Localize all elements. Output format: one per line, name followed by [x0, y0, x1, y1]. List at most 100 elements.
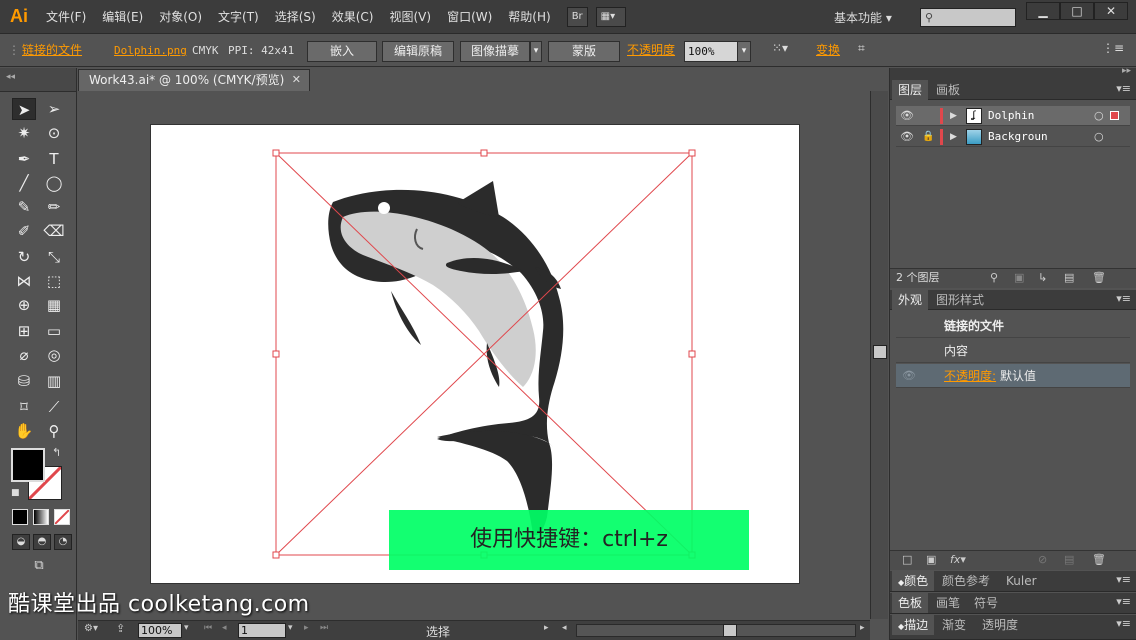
maximize-button[interactable]: □: [1060, 2, 1094, 20]
delete-item-icon[interactable]: 🗑: [1092, 551, 1106, 569]
tab-graphic-styles[interactable]: 图形样式: [930, 290, 990, 310]
tab-stroke[interactable]: ◆描边: [892, 615, 935, 635]
menu-object[interactable]: 对象(O): [151, 0, 210, 34]
vertical-scrollbar[interactable]: [870, 91, 888, 619]
isolate-icon[interactable]: ⌗: [858, 41, 865, 56]
artboard-number-input[interactable]: 1: [238, 623, 286, 638]
artboard-tool-icon[interactable]: ⌑: [12, 396, 36, 418]
add-effect-icon[interactable]: fx▾: [950, 551, 966, 569]
make-clipping-mask-icon[interactable]: ▣: [1014, 269, 1024, 287]
menu-edit[interactable]: 编辑(E): [94, 0, 151, 34]
default-colors-icon[interactable]: ■: [11, 488, 20, 498]
grip-icon[interactable]: ⋮: [8, 43, 20, 57]
embed-button[interactable]: 嵌入: [307, 41, 377, 62]
eyedropper-tool-icon[interactable]: ⌀: [12, 344, 36, 366]
status-icon[interactable]: ⚙▾: [84, 623, 98, 634]
expand-arrow-icon[interactable]: ▶: [950, 127, 957, 147]
workspace-switcher[interactable]: 基本功能 ▾: [834, 9, 892, 26]
lock-icon[interactable]: 🔒: [922, 127, 934, 147]
opacity-input[interactable]: 100%: [684, 41, 738, 62]
hand-tool-icon[interactable]: ✋: [12, 420, 36, 442]
free-transform-tool-icon[interactable]: ⬚: [42, 270, 66, 292]
column-graph-tool-icon[interactable]: ▥: [42, 370, 66, 392]
eye-icon[interactable]: 👁: [900, 127, 914, 147]
type-tool-icon[interactable]: T: [42, 148, 66, 170]
target-icon[interactable]: ○: [1094, 127, 1104, 147]
width-tool-icon[interactable]: ⋈: [12, 270, 36, 292]
shape-builder-tool-icon[interactable]: ⊕: [12, 294, 36, 316]
eye-icon[interactable]: 👁: [902, 364, 916, 388]
magic-wand-tool-icon[interactable]: ✷: [12, 122, 36, 144]
symbol-sprayer-tool-icon[interactable]: ⛁: [12, 370, 36, 392]
dock-header[interactable]: ▸▸: [890, 66, 1136, 80]
horizontal-scrollbar[interactable]: [576, 624, 856, 637]
appearance-title-row[interactable]: 链接的文件: [896, 314, 1130, 338]
selection-tool-icon[interactable]: ➤: [12, 98, 36, 120]
scroll-left-icon[interactable]: ◂: [562, 623, 567, 633]
blend-tool-icon[interactable]: ◎: [42, 344, 66, 366]
expand-arrow-icon[interactable]: ▶: [950, 106, 957, 126]
menu-help[interactable]: 帮助(H): [500, 0, 558, 34]
color-mode-button[interactable]: [12, 509, 28, 525]
last-artboard-icon[interactable]: ⏭: [320, 623, 328, 633]
image-trace-button[interactable]: 图像描摹: [460, 41, 530, 62]
linked-file-link[interactable]: 链接的文件: [22, 41, 82, 58]
appearance-content-row[interactable]: 内容: [896, 339, 1130, 363]
gradient-mode-button[interactable]: [33, 509, 49, 525]
clear-appearance-icon[interactable]: ⊘: [1038, 551, 1047, 569]
control-menu-icon[interactable]: ⋮≡: [1102, 41, 1124, 55]
artboard[interactable]: 使用快捷键：ctrl+z: [150, 124, 800, 584]
artboard-dropdown-icon[interactable]: ▾: [288, 623, 293, 633]
layer-row[interactable]: 👁 🔒 ▶ Backgroun ○: [896, 127, 1130, 147]
add-stroke-icon[interactable]: □: [902, 551, 912, 569]
tab-swatches[interactable]: 色板: [892, 593, 929, 613]
opacity-link[interactable]: 不透明度: [627, 41, 675, 58]
vertical-scroll-thumb[interactable]: [873, 345, 887, 359]
tab-gradient[interactable]: 渐变: [936, 615, 972, 635]
share-icon[interactable]: ⇪: [116, 622, 125, 635]
appearance-opacity-link[interactable]: 不透明度:: [944, 364, 996, 388]
eraser-tool-icon[interactable]: ⌫: [42, 220, 66, 242]
mask-button[interactable]: 蒙版: [548, 41, 620, 62]
menu-window[interactable]: 窗口(W): [439, 0, 500, 34]
ellipse-tool-icon[interactable]: ◯: [42, 172, 66, 194]
gradient-tool-icon[interactable]: ▭: [42, 320, 66, 342]
appearance-panel-menu-icon[interactable]: ▾≡: [1116, 292, 1131, 305]
scroll-right-icon[interactable]: ▸: [860, 623, 865, 633]
stroke-panel-menu-icon[interactable]: ▾≡: [1116, 617, 1131, 630]
layer-name[interactable]: Backgroun: [988, 127, 1048, 147]
blob-brush-tool-icon[interactable]: ✐: [12, 220, 36, 242]
layer-name[interactable]: Dolphin: [988, 106, 1034, 126]
menu-file[interactable]: 文件(F): [38, 0, 94, 34]
zoom-dropdown-icon[interactable]: ▾: [184, 623, 189, 633]
zoom-tool-icon[interactable]: ⚲: [42, 420, 66, 442]
edit-original-button[interactable]: 编辑原稿: [382, 41, 454, 62]
minimize-button[interactable]: ▁: [1026, 2, 1060, 20]
canvas-area[interactable]: 使用快捷键：ctrl+z: [78, 91, 870, 619]
tab-kuler[interactable]: Kuler: [1000, 571, 1043, 591]
zoom-input[interactable]: 100%: [138, 623, 182, 638]
tab-color-guide[interactable]: 颜色参考: [936, 571, 996, 591]
pen-tool-icon[interactable]: ✒: [12, 148, 36, 170]
menu-select[interactable]: 选择(S): [267, 0, 324, 34]
selected-art-indicator[interactable]: [1110, 111, 1119, 120]
delete-layer-icon[interactable]: 🗑: [1092, 269, 1106, 287]
menu-effect[interactable]: 效果(C): [324, 0, 382, 34]
arrange-documents-button[interactable]: ▦▾: [595, 6, 626, 27]
paintbrush-tool-icon[interactable]: ✎: [12, 196, 36, 218]
draw-inside-icon[interactable]: ◔: [54, 534, 72, 550]
tools-grip[interactable]: ◂◂: [0, 68, 76, 92]
tab-transparency[interactable]: 透明度: [976, 615, 1024, 635]
scale-tool-icon[interactable]: ⤡: [42, 246, 66, 268]
search-input[interactable]: ⚲: [920, 8, 1016, 27]
rotate-tool-icon[interactable]: ↻: [12, 246, 36, 268]
menu-type[interactable]: 文字(T): [210, 0, 267, 34]
document-tab[interactable]: Work43.ai* @ 100% (CMYK/预览) ✕: [78, 69, 310, 91]
mesh-tool-icon[interactable]: ⊞: [12, 320, 36, 342]
first-artboard-icon[interactable]: ⏮: [204, 623, 212, 633]
draw-behind-icon[interactable]: ◓: [33, 534, 51, 550]
swap-colors-icon[interactable]: ↰: [52, 446, 61, 459]
tab-brushes[interactable]: 画笔: [930, 593, 966, 613]
perspective-grid-tool-icon[interactable]: ▦: [42, 294, 66, 316]
layers-panel-menu-icon[interactable]: ▾≡: [1116, 82, 1131, 95]
